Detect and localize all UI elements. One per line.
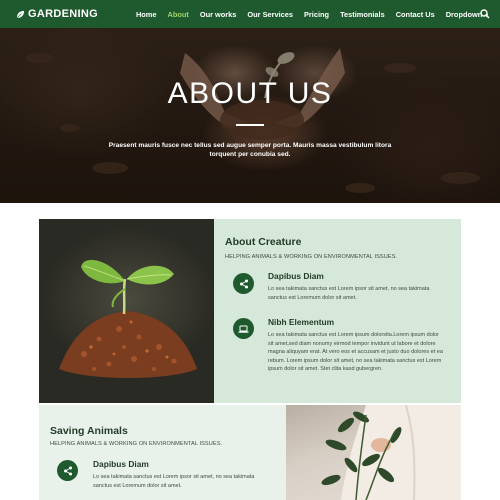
hero-overlay — [0, 28, 500, 203]
title-divider — [236, 124, 264, 126]
share-icon — [63, 466, 72, 475]
share-icon — [239, 279, 248, 288]
nav-item-pricing[interactable]: Pricing — [304, 10, 329, 19]
feature-text: Lo sea takimata sanctus est Lorem ipsum … — [268, 332, 443, 372]
seedling-illustration — [59, 259, 197, 378]
nav-item-testimonials[interactable]: Testimonials — [340, 10, 385, 19]
saving-animals-card: Saving Animals HELPING ANIMALS & WORKING… — [39, 405, 286, 500]
search-icon[interactable] — [480, 9, 490, 19]
brand-name: GARDENING — [28, 8, 98, 20]
brand-logo[interactable]: GARDENING — [16, 8, 98, 20]
share-icon-badge — [233, 273, 254, 294]
saving-animals-title: Saving Animals — [50, 425, 128, 437]
feature-title: Dapibus Diam — [93, 459, 149, 469]
page-title: ABOUT US — [167, 77, 333, 110]
feature-title: Dapibus Diam — [268, 271, 324, 281]
about-creature-card: About Creature HELPING ANIMALS & WORKING… — [214, 219, 461, 403]
laptop-icon — [238, 325, 249, 333]
navbar: GARDENING Home About Our works Our Servi… — [0, 0, 500, 28]
nav-item-about[interactable]: About — [167, 10, 188, 19]
feature-text: Lo sea takimata sanctus est Lorem ipsor … — [268, 286, 430, 301]
share-icon-badge — [57, 460, 78, 481]
nav-item-home[interactable]: Home — [136, 10, 157, 19]
main-nav: Home About Our works Our Services Pricin… — [136, 10, 500, 19]
hero-banner: ABOUT US Praesent mauris fusce nec tellu… — [0, 28, 500, 203]
seedling-image — [39, 219, 214, 403]
plant-illustration — [321, 405, 461, 500]
leaf-icon — [16, 10, 25, 18]
nav-item-our-works[interactable]: Our works — [200, 10, 237, 19]
feature-title: Nibh Elementum — [268, 317, 335, 327]
about-creature-title: About Creature — [225, 236, 302, 248]
plant-holding-image — [286, 405, 461, 500]
saving-animals-subtitle: HELPING ANIMALS & WORKING ON ENVIRONMENT… — [50, 441, 223, 447]
about-creature-subtitle: HELPING ANIMALS & WORKING ON ENVIRONMENT… — [225, 254, 398, 260]
hero-subtitle: Praesent mauris fusce nec tellus sed aug… — [108, 142, 392, 158]
nav-item-contact-us[interactable]: Contact Us — [396, 10, 435, 19]
laptop-icon-badge — [233, 318, 254, 339]
feature-text: Lo sea takimata sanctus est Lorem ipsor … — [93, 474, 255, 489]
nav-item-our-services[interactable]: Our Services — [247, 10, 293, 19]
dropdown-label: Dropdown — [445, 9, 483, 19]
